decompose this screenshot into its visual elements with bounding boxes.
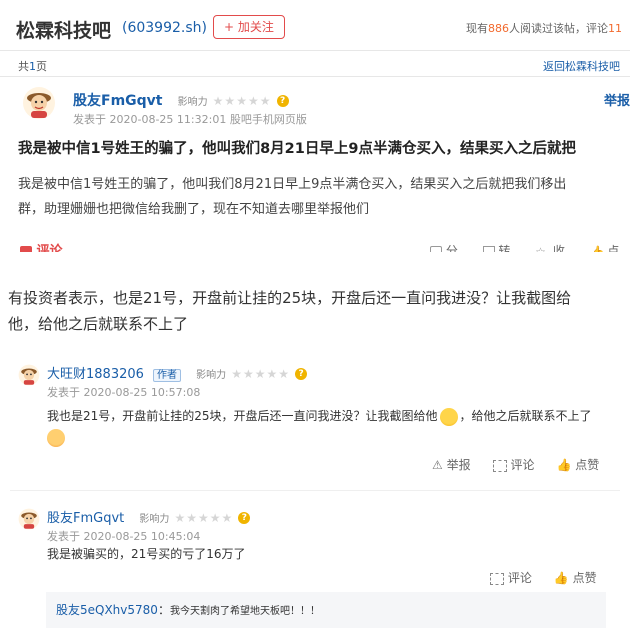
article-line1: 有投资者表示，也是21号，开盘前让挂的25块，开盘后还一直问我进没？让我截图给 <box>8 289 572 307</box>
header-bar: 松霖科技吧 (603992.sh) + 加关注 现有886人阅读过该帖，评论11 <box>0 0 630 52</box>
article-line2: 他，给他之后就联系不上了 <box>8 315 189 333</box>
reply2-like-button[interactable]: 👍 点赞 <box>554 569 597 586</box>
reply1-text-part1: 我也是21号，开盘前让挂的25块，开盘后还一直问我进没？让我截图给他 <box>47 409 438 423</box>
reply-divider <box>10 490 620 491</box>
reply2-influence-stars: ★★★★★ <box>174 510 234 525</box>
reply2-like-label: 点赞 <box>572 571 597 585</box>
follow-button[interactable]: + 加关注 <box>213 15 285 39</box>
reply1-like-button[interactable]: 👍 点赞 <box>556 456 599 473</box>
post-toolbar-clip: 评论 分享 转发 ☆ 收藏 👍 点赞 <box>0 236 630 252</box>
reply2-author-row: 股友FmGqvt 影响力 ★★★★★ ? <box>47 507 251 526</box>
warning-icon: ⚠ <box>432 458 443 472</box>
reply1-comment-button[interactable]: 评论 <box>492 456 535 473</box>
post-author-row: 股友FmGqvt 影响力 ★★★★★ ? <box>73 90 289 110</box>
cartoon-avatar-icon <box>18 364 40 386</box>
reading-prefix: 现有 <box>466 22 488 35</box>
comment-icon <box>490 572 504 585</box>
reading-count: 886 <box>488 22 509 35</box>
thumbs-up-icon: 👍 <box>556 458 572 472</box>
reply1-text: 我也是21号，开盘前让挂的25块，开盘后还一直问我进没？让我截图给他 ，给他之后就… <box>47 407 592 426</box>
reply2-comment-label: 评论 <box>507 571 532 585</box>
crying-laughing-emoji-icon <box>439 407 458 426</box>
reply2-influence-label: 影响力 <box>139 514 170 525</box>
post-like-button[interactable]: 👍 点赞 <box>590 242 630 252</box>
page-total-suffix: 页 <box>36 60 47 73</box>
thumbs-up-icon: 👍 <box>553 571 569 585</box>
post-share-button[interactable]: 分享 <box>430 242 469 252</box>
pager-divider <box>0 76 630 77</box>
post-title: 我是被中信1号姓王的骗了，他叫我们8月21日早上9点半满仓买入，结果买入之后就把 <box>18 141 576 157</box>
post-actions: 分享 转发 ☆ 收藏 👍 点赞 <box>430 242 630 252</box>
help-icon[interactable]: ? <box>276 94 289 107</box>
reply2-avatar[interactable] <box>18 508 40 534</box>
reply2-text: 我是被骗买的，21号买的亏了16万了 <box>47 547 246 561</box>
sub-reply-line: 股友5eQXhv5780：我今天割肉了希望地天板吧！！！ <box>56 601 320 618</box>
page-total: 共1页 <box>18 58 47 74</box>
reply2-actions: 评论 👍 点赞 <box>490 569 597 586</box>
post-comment-button[interactable]: 评论 <box>20 240 63 252</box>
reply2-meta: 发表于 2020-08-25 10:45:04 <box>47 530 201 543</box>
sub-reply-colon: ： <box>157 603 170 617</box>
reply2-author-name[interactable]: 股友FmGqvt <box>47 511 124 526</box>
reply1-author-badge: 作者 <box>153 369 181 382</box>
reply1-meta: 发表于 2020-08-25 10:57:08 <box>47 386 201 399</box>
post-meta: 发表于 2020-08-25 11:32:01 股吧手机网页版 <box>73 113 307 126</box>
stock-code[interactable]: (603992.sh) <box>122 20 207 36</box>
post-influence-stars: ★★★★★ <box>212 93 272 108</box>
post-comment-label: 评论 <box>36 244 63 252</box>
sub-reply-box: 股友5eQXhv5780：我今天割肉了希望地天板吧！！！ <box>46 592 606 628</box>
share-icon <box>430 245 442 252</box>
post-influence-label: 影响力 <box>177 97 208 108</box>
cartoon-avatar-icon <box>23 87 55 119</box>
thumbs-up-icon: 👍 <box>589 244 605 253</box>
reply1-report-button[interactable]: ⚠ 举报 <box>432 456 471 473</box>
post-body-line2: 群，助理姗姗也把微信给我删了，现在不知道去哪里举报他们 <box>18 202 370 217</box>
reply1-actions: ⚠ 举报 评论 👍 点赞 <box>432 456 599 473</box>
reply1-text-part2: ，给他之后就联系不上了 <box>459 409 592 423</box>
reply1-emoji-line <box>47 427 65 447</box>
reply1-comment-label: 评论 <box>510 458 535 472</box>
bar-title[interactable]: 松霖科技吧 <box>16 16 111 43</box>
post-author-name[interactable]: 股友FmGqvt <box>73 93 162 109</box>
help-icon[interactable]: ? <box>295 367 308 380</box>
reply1-avatar[interactable] <box>18 364 40 390</box>
post-avatar[interactable] <box>22 86 56 124</box>
cartoon-avatar-icon <box>18 508 40 530</box>
sub-reply-text: 我今天割肉了希望地天板吧！！！ <box>169 606 320 617</box>
thinking-emoji-icon <box>47 428 65 447</box>
post-collect-button[interactable]: ☆ 收藏 <box>535 242 575 252</box>
repost-icon <box>482 245 495 252</box>
reply1-influence-label: 影响力 <box>196 370 227 381</box>
star-icon: ☆ <box>535 244 546 253</box>
page-total-prefix: 共 <box>18 60 29 73</box>
reply2-comment-button[interactable]: 评论 <box>490 569 532 586</box>
reply1-influence-stars: ★★★★★ <box>231 366 290 381</box>
page-total-count: 1 <box>29 60 36 73</box>
post-comment-icon <box>20 245 32 252</box>
post-report-link[interactable]: 举报 <box>604 90 630 109</box>
post-repost-button[interactable]: 转发 <box>482 242 522 252</box>
back-to-bar-link[interactable]: 返回松霖科技吧 <box>543 58 620 74</box>
reading-stats: 现有886人阅读过该帖，评论11 <box>466 20 622 36</box>
post-body-line1: 我是被中信1号姓王的骗了，他叫我们8月21日早上9点半满仓买入，结果买入之后就把… <box>18 177 567 192</box>
help-icon[interactable]: ? <box>238 511 251 524</box>
sub-reply-author[interactable]: 股友5eQXhv5780 <box>56 603 158 617</box>
reply1-author-name[interactable]: 大旺财1883206 <box>47 367 144 382</box>
reading-suffix: 人阅读过该帖，评论 <box>509 22 608 35</box>
reply1-report-label: 举报 <box>446 458 471 472</box>
reply1-like-label: 点赞 <box>575 458 600 472</box>
header-divider <box>0 50 630 51</box>
comment-icon <box>492 459 507 472</box>
reply1-author-row: 大旺财1883206 作者 影响力 ★★★★★ ? <box>47 363 308 382</box>
comment-count: 11 <box>608 22 622 35</box>
